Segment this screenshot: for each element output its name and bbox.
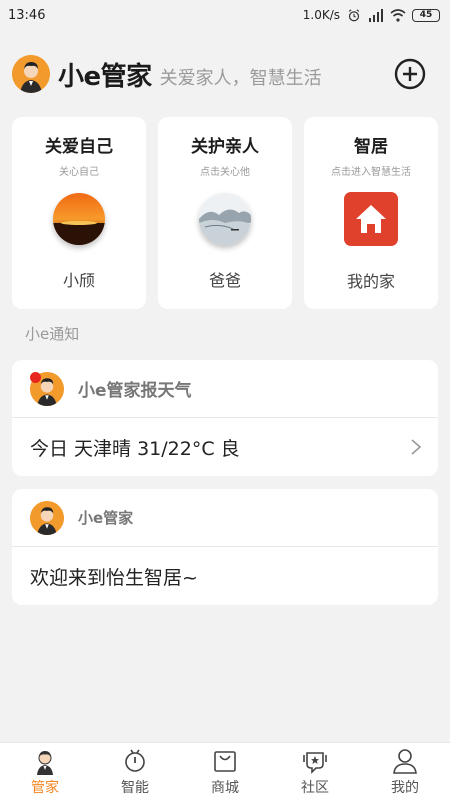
tab-community[interactable]: 社区 — [280, 747, 350, 797]
card-smart-home[interactable]: 智居 点击进入智慧生活 我的家 — [304, 117, 438, 309]
tab-label: 商城 — [211, 779, 239, 796]
bottom-tab-bar: 管家 智能 商城 社区 我的 — [0, 742, 450, 800]
tab-smart[interactable]: 智能 — [100, 747, 170, 797]
device-icon — [125, 749, 145, 772]
butler-avatar — [30, 500, 64, 535]
notice-header: 小e管家报天气 — [12, 360, 438, 418]
notice-title: 小e管家报天气 — [78, 381, 192, 401]
alarm-icon — [348, 8, 360, 21]
sunset-photo — [53, 193, 105, 245]
community-icon — [303, 751, 327, 774]
card-title: 关护亲人 — [191, 137, 259, 157]
tab-mall[interactable]: 商城 — [190, 747, 260, 797]
landscape-photo — [199, 193, 251, 245]
status-time: 13:46 — [8, 7, 46, 23]
card-care-self[interactable]: 关爱自己 关心自己 小颀 — [12, 117, 146, 309]
card-subtitle: 关心自己 — [59, 167, 99, 178]
network-speed: 1.0K/s — [302, 8, 340, 22]
card-name: 我的家 — [346, 272, 395, 291]
shopping-bag-icon — [214, 750, 236, 772]
status-icons: 1.0K/s 45 — [303, 8, 440, 22]
weather-text: 今日 天津晴 31/22°C 良 — [30, 437, 240, 460]
card-subtitle: 点击关心他 — [200, 167, 250, 178]
tab-label: 我的 — [391, 779, 419, 796]
app-header: 小e管家 关爱家人，智慧生活 — [12, 52, 438, 96]
card-care-family[interactable]: 关护亲人 点击关心他 爸爸 — [158, 117, 292, 309]
card-name: 爸爸 — [208, 271, 241, 290]
app-slogan: 关爱家人，智慧生活 — [159, 68, 322, 89]
notice-body: 欢迎来到怡生智居~ — [12, 547, 438, 605]
tab-label: 管家 — [31, 779, 59, 796]
tab-label: 社区 — [301, 779, 329, 796]
person-icon — [393, 748, 417, 774]
section-notices-label: 小e通知 — [25, 325, 80, 343]
tab-label: 智能 — [121, 779, 149, 796]
status-bar: 13:46 1.0K/s 45 — [0, 0, 450, 30]
butler-icon — [37, 750, 53, 775]
welcome-notice[interactable]: 小e管家 欢迎来到怡生智居~ — [12, 489, 438, 605]
battery-indicator: 45 — [412, 8, 440, 22]
welcome-text: 欢迎来到怡生智居~ — [30, 566, 198, 589]
signal-icon — [369, 8, 383, 22]
chevron-right-icon — [411, 439, 422, 455]
card-name: 小颀 — [62, 271, 95, 290]
feature-cards: 关爱自己 关心自己 小颀 关护亲人 点击关心他 爸爸 智居 点击进入智慧生活 我… — [12, 117, 438, 309]
tab-mine[interactable]: 我的 — [370, 747, 440, 797]
weather-notice[interactable]: 小e管家报天气 今日 天津晴 31/22°C 良 — [12, 360, 438, 476]
unread-dot — [30, 372, 41, 383]
notice-body: 今日 天津晴 31/22°C 良 — [12, 418, 438, 476]
add-button[interactable] — [394, 58, 426, 90]
tab-butler[interactable]: 管家 — [10, 747, 80, 797]
card-title: 智居 — [354, 137, 388, 157]
notice-title: 小e管家 — [78, 509, 134, 527]
home-icon — [344, 192, 398, 246]
wifi-icon — [390, 8, 406, 22]
notice-header: 小e管家 — [12, 489, 438, 547]
card-subtitle: 点击进入智慧生活 — [331, 167, 411, 178]
app-title: 小e管家 — [58, 61, 152, 92]
butler-avatar — [12, 55, 50, 93]
card-title: 关爱自己 — [45, 137, 113, 157]
